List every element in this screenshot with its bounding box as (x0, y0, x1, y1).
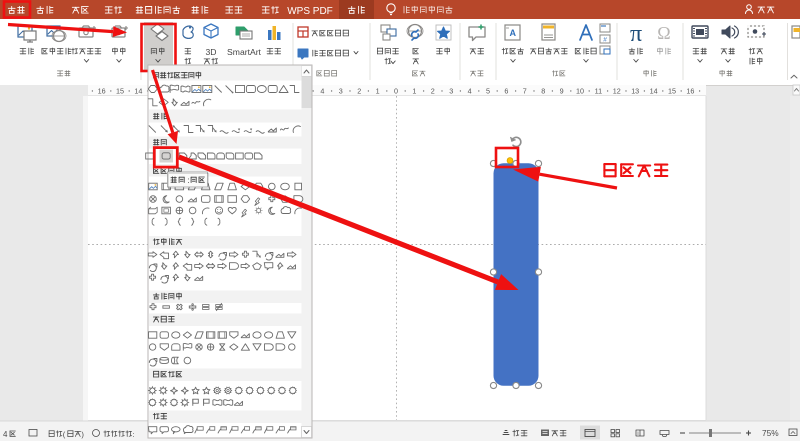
svg-text::: : (188, 176, 190, 185)
svg-text:4: 4 (320, 87, 324, 96)
svg-text:3: 3 (339, 87, 343, 96)
svg-text:16: 16 (98, 87, 106, 96)
svg-text:3: 3 (449, 87, 453, 96)
svg-text:14: 14 (134, 87, 142, 96)
svg-text:#: # (603, 37, 607, 44)
svg-text:7: 7 (523, 87, 527, 96)
svg-text:13: 13 (631, 87, 639, 96)
svg-text:2: 2 (431, 87, 435, 96)
svg-text::: : (132, 430, 134, 439)
svg-text:Ω: Ω (657, 23, 670, 43)
svg-text:14: 14 (650, 87, 658, 96)
svg-text:10: 10 (576, 87, 584, 96)
svg-text:1: 1 (376, 87, 380, 96)
svg-text:1: 1 (412, 87, 416, 96)
svg-text:4: 4 (3, 430, 8, 439)
svg-text:15: 15 (116, 87, 124, 96)
svg-text:2: 2 (357, 87, 361, 96)
svg-text:8: 8 (541, 87, 545, 96)
svg-text:11: 11 (595, 87, 602, 96)
svg-text:WPS PDF: WPS PDF (287, 6, 333, 17)
svg-text:75%: 75% (762, 428, 779, 438)
svg-text:0: 0 (394, 87, 398, 96)
svg-text:15: 15 (668, 87, 676, 96)
svg-text:A: A (510, 28, 517, 38)
svg-text:9: 9 (560, 87, 564, 96)
svg-text:5: 5 (486, 87, 490, 96)
svg-text:6: 6 (504, 87, 508, 96)
svg-text:4: 4 (468, 87, 472, 96)
svg-text:16: 16 (686, 87, 694, 96)
svg-text:π: π (630, 21, 642, 47)
svg-text:3D: 3D (206, 47, 217, 57)
svg-text:12: 12 (613, 87, 621, 96)
svg-text:SmartArt: SmartArt (227, 47, 262, 57)
